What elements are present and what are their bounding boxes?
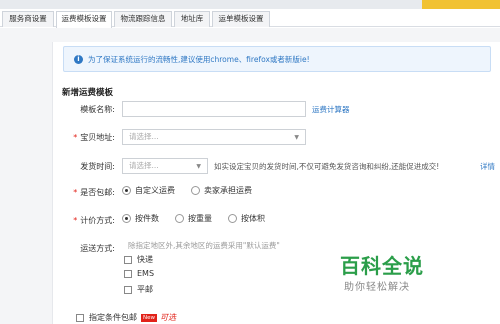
- watermark-title: 百科全说: [340, 254, 424, 278]
- tab-service-provider[interactable]: 服务商设置: [2, 11, 54, 27]
- template-name-input[interactable]: [122, 101, 306, 117]
- radio-dot: [175, 214, 184, 223]
- chevron-down-icon: ▼: [196, 163, 201, 170]
- watermark-subtitle: 助你轻松解决: [344, 282, 410, 293]
- free-shipping-label: * 是否包邮:: [73, 188, 115, 197]
- notice-text: 为了保证系统运行的流畅性,建议使用chrome、firefox或者新版ie!: [88, 55, 310, 64]
- radio-seller-pays-shipping[interactable]: 卖家承担运费: [191, 185, 252, 196]
- radio-custom-shipping[interactable]: 自定义运费: [122, 185, 175, 196]
- pricing-method-label: * 计价方式:: [73, 216, 115, 225]
- radio-dot: [191, 186, 200, 195]
- item-location-placeholder: 请选择...: [129, 132, 159, 141]
- tab-address-book[interactable]: 地址库: [174, 11, 210, 27]
- checkbox-conditional-free-shipping[interactable]: 指定条件包邮 New 可选: [76, 312, 176, 323]
- chevron-down-icon: ▼: [294, 134, 299, 141]
- ship-time-details-link[interactable]: 详情: [480, 161, 495, 172]
- required-marker: *: [73, 188, 78, 197]
- shipping-calculator-link[interactable]: 运费计算器: [312, 104, 350, 115]
- template-name-label: 模板名称:: [80, 105, 115, 114]
- item-location-select[interactable]: 请选择... ▼: [122, 129, 306, 145]
- ship-time-label: 发货时间:: [80, 162, 115, 171]
- optional-note: 可选: [160, 313, 176, 322]
- tab-waybill-template[interactable]: 运单模板设置: [212, 11, 270, 27]
- free-shipping-radio-group: 自定义运费 卖家承担运费: [122, 185, 268, 196]
- ship-time-select[interactable]: 请选择... ▼: [122, 158, 208, 174]
- checkbox-ems[interactable]: EMS: [124, 269, 154, 278]
- checkbox-box: [124, 255, 132, 264]
- page-title: 新增运费模板: [62, 88, 114, 98]
- radio-by-volume[interactable]: 按体积: [228, 213, 265, 224]
- radio-dot-selected: [122, 214, 131, 223]
- required-marker: *: [73, 133, 78, 142]
- new-badge: New: [141, 313, 157, 322]
- checkbox-box: [124, 285, 132, 294]
- delivery-method-label: 运送方式:: [80, 244, 115, 253]
- radio-dot-selected: [122, 186, 131, 195]
- radio-dot: [228, 214, 237, 223]
- tab-bar: 服务商设置 运费模板设置 物流跟踪信息 地址库 运单模板设置: [0, 9, 500, 28]
- checkbox-express[interactable]: 快递: [124, 254, 153, 265]
- item-location-label: * 宝贝地址:: [73, 133, 115, 142]
- checkbox-surface-mail[interactable]: 平邮: [124, 284, 153, 295]
- ship-time-hint: 如实设定宝贝的发货时间,不仅可避免发货咨询和纠纷,还能促进成交!: [214, 162, 440, 171]
- tab-shipping-template[interactable]: 运费模板设置: [56, 11, 112, 28]
- browser-top-strip: [0, 0, 500, 9]
- top-strip-accent: [422, 0, 500, 9]
- radio-by-quantity[interactable]: 按件数: [122, 213, 159, 224]
- checkbox-box: [124, 269, 132, 278]
- browser-notice: i 为了保证系统运行的流畅性,建议使用chrome、firefox或者新版ie!: [63, 46, 491, 72]
- tab-logistics-tracking[interactable]: 物流跟踪信息: [114, 11, 172, 27]
- delivery-method-hint: 除指定地区外,其余地区的运费采用"默认运费": [128, 241, 280, 250]
- required-marker: *: [73, 216, 78, 225]
- pricing-method-radio-group: 按件数 按重量 按体积: [122, 213, 281, 224]
- checkbox-box: [76, 313, 84, 322]
- radio-by-weight[interactable]: 按重量: [175, 213, 212, 224]
- info-icon: i: [74, 55, 83, 64]
- ship-time-placeholder: 请选择...: [129, 161, 159, 170]
- watermark: 百科全说 助你轻松解决: [340, 250, 470, 296]
